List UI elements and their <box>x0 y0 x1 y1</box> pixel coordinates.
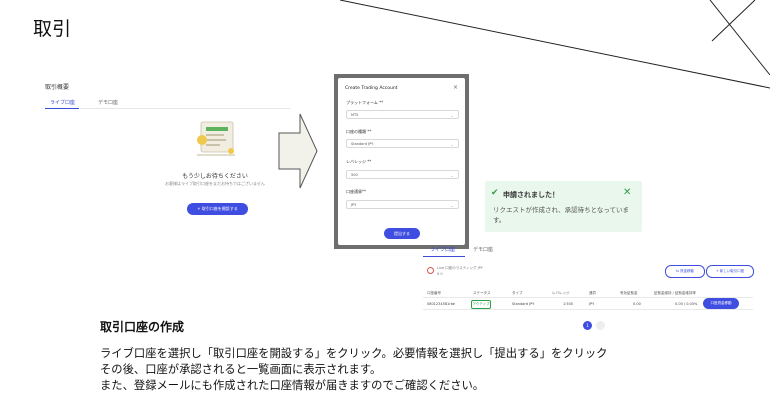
success-notification: ✔ 申請されました！ ✕ リクエストが作成され、承認待ちとなっています。 <box>485 181 642 232</box>
active-tab-indicator <box>45 108 79 109</box>
equity-cell: 0.00 <box>633 302 641 306</box>
flow-arrow-icon <box>278 113 318 189</box>
currency-cell: JPY <box>589 302 595 306</box>
open-trading-account-button[interactable]: + 取引口座を開設する <box>187 203 248 215</box>
modal-title: Create Trading Account <box>345 86 398 91</box>
notification-body: リクエストが作成され、承認待ちとなっています。 <box>493 206 630 224</box>
trading-overview-panel: 取引概要 ライブ口座 デモ口座 もう少しお待ちください お客様はライブ取引口座を… <box>40 78 290 228</box>
empty-state-title: もう少しお待ちください <box>182 173 248 180</box>
close-icon[interactable]: ✕ <box>623 187 631 198</box>
leverage-cell: 1:500 <box>563 302 574 306</box>
create-account-modal: Create Trading Account × プラットフォーム ** MT5… <box>338 78 465 245</box>
column-header: ステータス <box>473 291 491 295</box>
column-header: 有効証拠金 <box>620 291 638 295</box>
account-summary: Live 口座のラスティング JPY <box>437 266 483 270</box>
active-tab-indicator <box>423 256 465 257</box>
fund-transfer-button[interactable]: ⇆ 資金移動 <box>665 265 705 278</box>
chevron-down-icon: ⌄ <box>450 203 454 208</box>
account-type-select[interactable]: Standard JPY ⌄ <box>346 139 459 148</box>
column-header: レバレッジ <box>552 291 570 295</box>
modal-close-icon[interactable]: × <box>453 84 458 91</box>
tab-live-account[interactable]: ライブ口座 <box>50 99 75 106</box>
pagination-page-1[interactable]: 1 <box>583 321 592 330</box>
account-fund-transfer-button[interactable]: 口座資金移動 <box>703 298 739 309</box>
account-number-cell: 0801234581rbe <box>427 302 456 306</box>
new-account-button[interactable]: + 新しい取引口座 <box>706 265 754 278</box>
tab-divider <box>80 108 290 109</box>
account-type-cell: Standard JPY <box>512 302 535 306</box>
tab-demo-account[interactable]: デモ口座 <box>473 246 493 253</box>
overview-heading: 取引概要 <box>45 84 70 91</box>
leverage-value: 500 <box>351 173 358 177</box>
platform-value: MT5 <box>351 113 359 117</box>
leverage-select[interactable]: 500 ⌄ <box>346 170 459 179</box>
platform-label: プラットフォーム ** <box>346 100 384 105</box>
tab-live-account[interactable]: ライブ口座 <box>430 246 455 253</box>
column-header: 口座番号 <box>427 291 441 295</box>
leverage-label: レバレッジ ** <box>346 159 372 164</box>
notification-title: 申請されました！ <box>503 191 559 199</box>
account-icon <box>427 267 434 274</box>
caption-line: また、登録メールにも作成された口座情報が届きますのでご確認ください。 <box>100 379 485 392</box>
currency-label: 口座通貨** <box>346 189 366 194</box>
check-icon: ✔ <box>491 188 499 198</box>
column-header: 通貨 <box>589 291 596 295</box>
account-type-label: 口座の種類 ** <box>346 129 372 134</box>
chevron-down-icon: ⌄ <box>450 173 454 178</box>
status-badge: アクティブ <box>471 300 491 309</box>
slide-title: 取引 <box>33 18 72 40</box>
platform-select[interactable]: MT5 ⌄ <box>346 110 459 119</box>
submit-button[interactable]: 提出する <box>384 228 420 239</box>
caption-line: その後、口座が承認されると一覧画面に表示されます。 <box>100 363 382 376</box>
row-divider <box>423 297 753 298</box>
pagination-next[interactable] <box>596 321 605 330</box>
row-divider <box>423 309 753 310</box>
account-list-screen: ライブ口座 デモ口座 Live 口座のラスティング JPY ¥ 0 ⇆ 資金移動… <box>423 240 754 332</box>
currency-select[interactable]: JPY ⌄ <box>346 200 459 209</box>
empty-state-description: お客様はライブ取引口座をまだお持ちではございません <box>165 181 265 186</box>
chevron-down-icon: ⌄ <box>450 113 454 118</box>
caption-title: 取引口座の作成 <box>100 320 185 334</box>
currency-value: JPY <box>351 203 357 207</box>
caption-line: ライブ口座を選択し「取引口座を開設する」をクリック。必要情報を選択し「提出する」… <box>100 347 608 360</box>
empty-state-illustration <box>197 121 235 156</box>
tab-demo-account[interactable]: デモ口座 <box>98 99 118 106</box>
account-type-value: Standard JPY <box>351 142 374 146</box>
column-header: タイプ <box>512 291 523 295</box>
account-balance: ¥ 0 <box>437 272 443 276</box>
margin-cell: 0.00 / 0.00% <box>675 302 698 306</box>
chevron-down-icon: ⌄ <box>450 142 454 147</box>
column-header: 証拠金維持 / 証拠金維持率 <box>654 291 696 295</box>
